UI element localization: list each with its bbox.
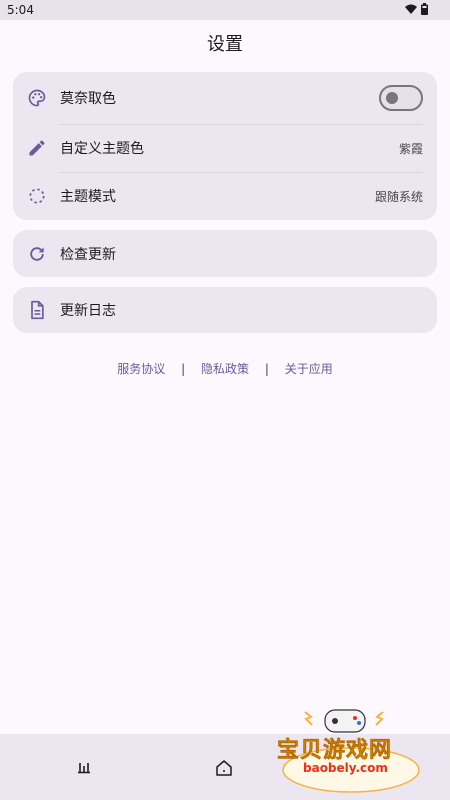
privacy-link[interactable]: 隐私政策 xyxy=(201,362,249,376)
battery-icon xyxy=(421,3,428,15)
link-separator: | xyxy=(264,362,269,376)
document-icon xyxy=(31,300,44,320)
status-time: 5:04 xyxy=(7,3,34,17)
monet-color-row[interactable]: 莫奈取色 xyxy=(13,72,437,124)
recent-apps-icon[interactable] xyxy=(74,758,94,778)
refresh-icon xyxy=(30,246,44,261)
monet-color-toggle[interactable] xyxy=(379,85,423,111)
status-icons xyxy=(405,3,428,15)
link-separator: | xyxy=(181,362,186,376)
terms-link[interactable]: 服务协议 xyxy=(117,362,165,376)
theme-mode-value: 跟随系统 xyxy=(374,189,423,204)
watermark-logo: 宝贝游戏网 baobely.com xyxy=(275,700,425,795)
status-bar: 5:04 xyxy=(0,0,450,20)
changelog-row[interactable]: 更新日志 xyxy=(13,287,437,333)
watermark-brand: 宝贝游戏网 xyxy=(277,738,393,764)
changelog-card[interactable]: 更新日志 xyxy=(13,287,437,333)
page-title: 设置 xyxy=(207,34,243,55)
monet-color-label: 莫奈取色 xyxy=(60,91,116,107)
footer-links: 服务协议 | 隐私政策 | 关于应用 xyxy=(0,360,450,377)
wifi-icon xyxy=(405,4,417,14)
custom-theme-color-value: 紫霞 xyxy=(398,141,423,156)
watermark-url: baobely.com xyxy=(303,761,388,775)
theme-mode-icon xyxy=(29,188,45,204)
custom-theme-color-row[interactable]: 自定义主题色 紫霞 xyxy=(13,124,437,172)
home-icon[interactable] xyxy=(214,758,234,778)
about-link[interactable]: 关于应用 xyxy=(285,362,333,376)
toggle-knob xyxy=(386,92,398,104)
check-update-card[interactable]: 检查更新 xyxy=(13,230,437,277)
check-update-row[interactable]: 检查更新 xyxy=(13,230,437,277)
theme-mode-row[interactable]: 主题模式 跟随系统 xyxy=(13,172,437,220)
pencil-icon xyxy=(29,140,45,156)
theme-settings-card: 莫奈取色 自定义主题色 紫霞 主题模式 跟随系统 xyxy=(13,72,437,220)
check-update-label: 检查更新 xyxy=(60,246,116,263)
custom-theme-color-label: 自定义主题色 xyxy=(60,141,144,157)
palette-icon xyxy=(28,89,46,107)
changelog-label: 更新日志 xyxy=(60,303,116,319)
theme-mode-label: 主题模式 xyxy=(60,189,116,205)
